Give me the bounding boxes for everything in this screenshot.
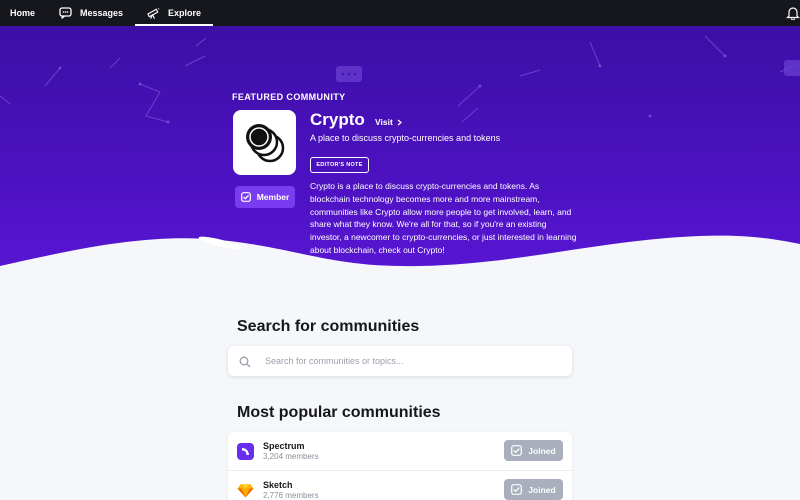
nav-messages[interactable]: Messages [47,0,135,26]
community-tagline: A place to discuss crypto-currencies and… [310,133,501,143]
nav-home-label: Home [10,8,36,18]
editors-note-badge: EDITOR'S NOTE [310,157,369,173]
community-row-members: 3,204 members [263,452,319,461]
featured-kicker: FEATURED COMMUNITY [232,92,346,102]
spectrum-logo-icon [237,443,254,460]
checkbox-check-icon [511,445,523,456]
list-item[interactable]: Spectrum 3,204 members Joined [228,432,572,471]
joined-button-label: Joined [528,445,556,456]
joined-button-label: Joined [528,484,556,495]
checkbox-check-icon [511,484,523,495]
community-description: Crypto is a place to discuss crypto-curr… [310,181,577,255]
nav-explore[interactable]: Explore [135,0,214,26]
search-input[interactable] [265,356,545,366]
visit-label: Visit [375,117,393,127]
coins-icon [245,123,284,162]
community-avatar[interactable] [233,110,296,175]
popular-section-title: Most popular communities [237,404,441,421]
search-box[interactable] [228,346,572,376]
member-button[interactable]: Member [235,186,295,208]
top-nav: Home Messages Explore [0,0,800,26]
community-row-name[interactable]: Spectrum [263,441,305,451]
search-icon [239,355,251,368]
joined-button[interactable]: Joined [504,440,563,461]
community-row-members: 2,776 members [263,491,319,500]
nav-explore-label: Explore [168,8,202,18]
search-section-title: Search for communities [237,318,420,335]
checkbox-check-icon [240,192,251,202]
member-button-label: Member [256,192,290,202]
visit-link[interactable]: Visit [375,117,402,127]
chevron-right-icon [397,119,402,125]
community-row-name[interactable]: Sketch [263,480,293,490]
message-icon [59,7,72,20]
sketch-diamond-icon [237,482,254,499]
joined-button[interactable]: Joined [504,479,563,500]
community-list: Spectrum 3,204 members Joined Sketch 2,7… [228,432,572,500]
community-name[interactable]: Crypto [310,110,365,130]
nav-home[interactable]: Home [0,0,47,26]
list-item[interactable]: Sketch 2,776 members Joined [228,471,572,500]
bell-icon[interactable] [786,6,800,21]
telescope-icon [147,7,160,20]
nav-messages-label: Messages [80,8,124,18]
